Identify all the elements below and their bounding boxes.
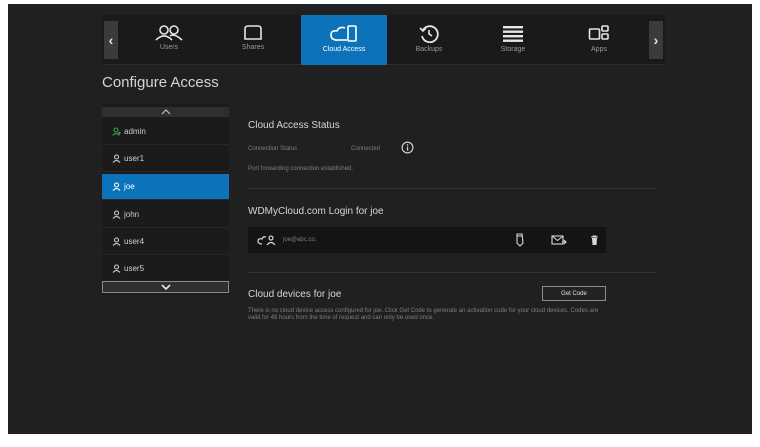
info-icon[interactable] [401, 141, 414, 154]
user-icon [112, 154, 121, 163]
user-icon [112, 237, 121, 246]
cloud-devices-title: Cloud devices for joe [248, 289, 342, 300]
apps-icon [588, 25, 609, 40]
tab-storage[interactable]: Storage [486, 15, 540, 65]
user-name: user5 [124, 264, 145, 273]
user-item-admin[interactable]: admin [102, 119, 229, 145]
storage-icon [503, 26, 523, 42]
user-item-user1[interactable]: user1 [102, 146, 229, 172]
get-code-button[interactable]: Get Code [542, 286, 606, 301]
user-item-user5[interactable]: user5 [102, 256, 229, 282]
user-icon [112, 182, 121, 191]
user-name: user4 [124, 237, 145, 246]
login-email: joe@abc.co, [283, 237, 317, 243]
chevron-left-icon: ‹ [108, 32, 114, 48]
section-divider [248, 272, 655, 273]
tab-backups-label: Backups [415, 46, 443, 53]
tab-storage-label: Storage [500, 46, 526, 53]
user-name: john [124, 210, 140, 219]
user-list: admin user1 joe john user4 user5 [102, 104, 229, 295]
login-section-title: WDMyCloud.com Login for joe [248, 206, 384, 217]
list-scroll-up-button[interactable] [102, 107, 229, 117]
user-name: user1 [124, 154, 145, 163]
tab-apps[interactable]: Apps [572, 15, 626, 65]
user-item-joe[interactable]: joe [102, 174, 229, 200]
cloud-user-icon [257, 235, 276, 246]
cloud-access-icon [330, 25, 357, 42]
tab-backups[interactable]: Backups [402, 15, 456, 65]
nav-scroll-right-button[interactable]: › [649, 21, 663, 59]
send-email-icon[interactable] [551, 235, 567, 246]
cloud-devices-message: There is no cloud device access configur… [248, 308, 599, 321]
backups-icon [419, 25, 439, 43]
user-name: admin [124, 127, 146, 136]
shares-icon [244, 25, 262, 40]
tab-users-label: Users [159, 44, 179, 51]
section-divider [248, 188, 655, 189]
app-screen: ‹ Users Shares Cloud Access Backups Stor… [8, 4, 752, 434]
port-forwarding-message: Port forwarding connection established. [248, 166, 354, 172]
connection-status-value: Connected [351, 146, 381, 152]
admin-user-icon [112, 127, 121, 136]
tab-shares[interactable]: Shares [226, 15, 280, 65]
connection-status-label: Connection Status [248, 146, 298, 152]
tab-apps-label: Apps [591, 46, 607, 53]
users-icon [155, 25, 183, 41]
user-icon [112, 210, 121, 219]
trash-icon[interactable] [590, 235, 599, 246]
top-navigation: ‹ Users Shares Cloud Access Backups Stor… [102, 15, 665, 65]
page-title: Configure Access [102, 74, 219, 91]
tab-cloud-access[interactable]: Cloud Access [301, 15, 387, 65]
user-name: joe [124, 182, 135, 191]
list-scroll-down-button[interactable] [102, 281, 229, 293]
chevron-up-icon [161, 109, 170, 115]
tab-shares-label: Shares [241, 44, 265, 51]
chevron-right-icon: › [653, 32, 659, 48]
cloud-access-status-title: Cloud Access Status [248, 120, 340, 131]
nav-scroll-left-button[interactable]: ‹ [104, 21, 118, 59]
tab-cloud-access-label: Cloud Access [322, 46, 366, 53]
user-item-john[interactable]: john [102, 202, 229, 228]
tab-users[interactable]: Users [142, 15, 196, 65]
user-icon [112, 264, 121, 273]
user-item-user4[interactable]: user4 [102, 229, 229, 255]
edit-icon[interactable] [514, 233, 525, 247]
login-row: joe@abc.co, [248, 227, 606, 253]
chevron-down-icon [160, 284, 171, 290]
